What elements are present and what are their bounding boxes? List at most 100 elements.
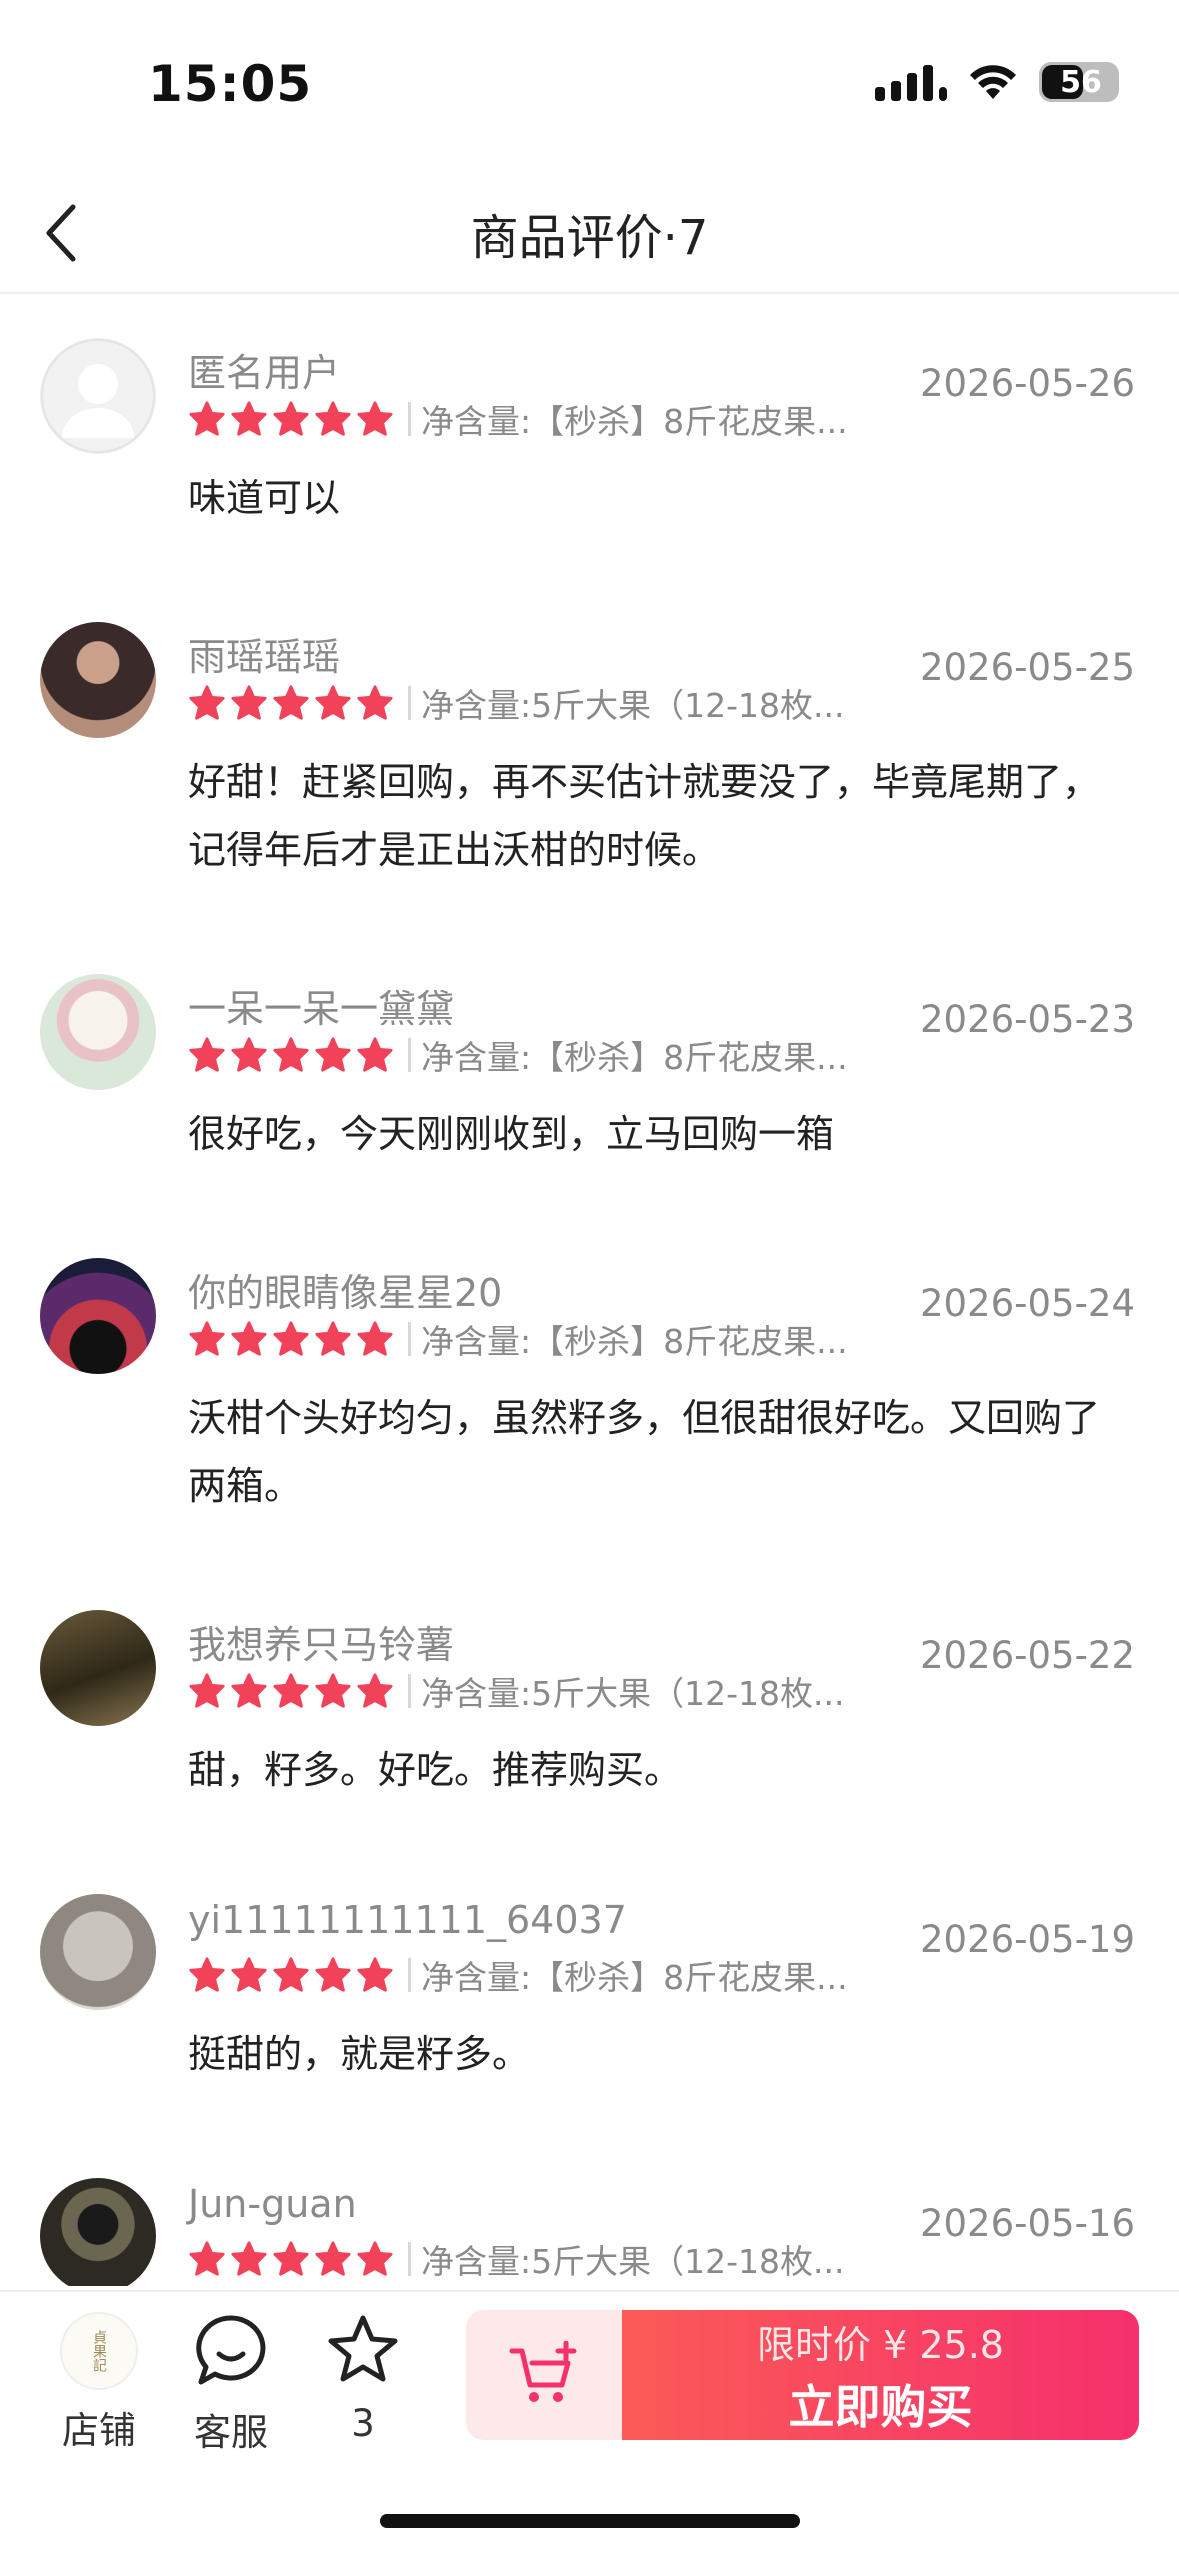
star-icon	[273, 401, 309, 436]
wifi-icon	[970, 65, 1016, 99]
star-icon	[357, 685, 393, 720]
purchase-group: 限时价 ¥ 25.8 立即购买	[466, 2310, 1139, 2440]
review-item[interactable]: Jun-guan2026-05-16净含量:5斤大果（12-18枚...包装完整	[0, 2136, 1179, 2286]
review-text: 味道可以	[188, 476, 341, 520]
user-avatar[interactable]	[40, 1610, 156, 1726]
star-rating	[188, 400, 394, 438]
review-item[interactable]: 我想养只马铃薯 2026-05-22 净含量:5斤大果（12-18枚... 甜，籽多。…	[0, 1568, 1179, 1852]
review-text: 好甜！赶紧回购，再不买估计就要没了，毕竟尾期了，记得年后才是正出沃柑的时候。	[188, 760, 1101, 872]
star-rating	[188, 1956, 394, 1994]
home-indicator[interactable]	[380, 2514, 800, 2528]
user-avatar[interactable]	[40, 974, 156, 1090]
star-icon	[357, 1957, 393, 1992]
review-list[interactable]: 匿名用户 2026-05-26 净含量:【秒杀】8斤花皮果... 味道可以 雨瑶瑶瑶 20…	[0, 296, 1179, 2286]
star-icon	[315, 2241, 351, 2276]
cellular-signal-icon	[875, 63, 947, 101]
favorite-button[interactable]: 3	[298, 2312, 428, 2445]
star-rating	[188, 1672, 394, 1710]
review-item[interactable]: yi11111111111_64037 2026-05-19 净含量:【秒杀】8斤花…	[0, 1852, 1179, 2136]
star-icon	[231, 1037, 267, 1072]
product-spec: 净含量:【秒杀】8斤花皮果...	[421, 1958, 848, 1997]
review-item[interactable]: 雨瑶瑶瑶 2026-05-25 净含量:5斤大果（12-18枚... 好甜！赶紧回购，…	[0, 580, 1179, 932]
review-item[interactable]: 你的眼睛像星星20 2026-05-24 净含量:【秒杀】8斤花皮果... 沃柑个头好…	[0, 1216, 1179, 1568]
cart-plus-icon	[509, 2341, 577, 2402]
star-icon	[189, 1037, 225, 1072]
star-icon	[231, 1957, 267, 1992]
buy-now-button[interactable]: 限时价 ¥ 25.8 立即购买	[622, 2310, 1139, 2440]
product-spec: 净含量:5斤大果（12-18枚...	[421, 1674, 845, 1713]
user-avatar[interactable]	[40, 1894, 156, 2010]
review-date: 2026-05-24	[919, 1282, 1135, 1325]
battery-level: 56	[1060, 64, 1102, 100]
favorite-count: 3	[351, 2402, 375, 2445]
customer-service-button[interactable]: 客服	[166, 2312, 296, 2456]
battery-icon: 56	[1039, 62, 1119, 102]
star-icon	[357, 1321, 393, 1356]
page-title: 商品评价·7	[470, 210, 709, 266]
star-icon	[357, 2241, 393, 2276]
star-icon	[315, 1957, 351, 1992]
review-text: 挺甜的，就是籽多。	[188, 2032, 531, 2076]
status-icons: 56	[875, 62, 1119, 102]
star-rating	[188, 1320, 394, 1358]
meta-divider	[408, 1958, 411, 1992]
review-date: 2026-05-23	[919, 998, 1135, 1041]
customer-service-label: 客服	[194, 2411, 268, 2454]
star-icon	[357, 401, 393, 436]
product-spec: 净含量:【秒杀】8斤花皮果...	[421, 1038, 848, 1077]
shop-label: 店铺	[62, 2409, 136, 2452]
star-icon	[273, 1037, 309, 1072]
star-icon	[315, 1321, 351, 1356]
limited-price: 限时价 ¥ 25.8	[757, 2322, 1004, 2367]
buy-now-label: 立即购买	[788, 2379, 973, 2434]
review-date: 2026-05-25	[919, 646, 1135, 689]
star-icon	[357, 1037, 393, 1072]
star-icon	[315, 1037, 351, 1072]
star-rating	[188, 684, 394, 722]
product-spec: 净含量:【秒杀】8斤花皮果...	[421, 402, 848, 441]
status-time: 15:05	[148, 55, 313, 113]
star-outline-icon	[328, 2315, 398, 2382]
review-text: 沃柑个头好均匀，虽然籽多，但很甜很好吃。又回购了两箱。	[188, 1396, 1101, 1508]
review-date: 2026-05-16	[919, 2202, 1135, 2245]
star-icon	[231, 1673, 267, 1708]
shop-logo: 貞果記	[60, 2312, 138, 2390]
user-avatar[interactable]	[40, 2178, 156, 2286]
star-icon	[189, 401, 225, 436]
meta-divider	[408, 1674, 411, 1708]
product-spec: 净含量:【秒杀】8斤花皮果...	[421, 1322, 848, 1361]
shop-button[interactable]: 貞果記 店铺	[34, 2312, 164, 2454]
add-to-cart-button[interactable]	[466, 2310, 622, 2440]
user-avatar[interactable]	[40, 1258, 156, 1374]
star-icon	[189, 1673, 225, 1708]
review-text: 甜，籽多。好吃。推荐购买。	[188, 1748, 683, 1792]
review-item[interactable]: 一呆一呆一黛黛 2026-05-23 净含量:【秒杀】8斤花皮果... 很好吃，今天刚…	[0, 932, 1179, 1216]
star-icon	[189, 1321, 225, 1356]
star-icon	[315, 401, 351, 436]
meta-divider	[408, 2242, 411, 2276]
star-icon	[357, 1673, 393, 1708]
user-avatar[interactable]	[40, 338, 156, 454]
meta-divider	[408, 1038, 411, 1072]
star-icon	[273, 1673, 309, 1708]
star-icon	[189, 2241, 225, 2276]
star-icon	[189, 1957, 225, 1992]
star-icon	[231, 2241, 267, 2276]
review-text: 很好吃，今天刚刚收到，立马回购一箱	[188, 1112, 835, 1156]
star-icon	[273, 685, 309, 720]
product-spec: 净含量:5斤大果（12-18枚...	[421, 2242, 845, 2281]
review-item[interactable]: 匿名用户 2026-05-26 净含量:【秒杀】8斤花皮果... 味道可以	[0, 296, 1179, 580]
default-avatar-icon	[41, 339, 155, 453]
star-icon	[231, 401, 267, 436]
meta-divider	[408, 1322, 411, 1356]
chat-bubble-icon	[196, 2315, 266, 2385]
review-date: 2026-05-22	[919, 1634, 1135, 1677]
user-avatar[interactable]	[40, 622, 156, 738]
star-icon	[189, 685, 225, 720]
status-bar: 15:05 56	[0, 0, 1179, 170]
star-icon	[273, 2241, 309, 2276]
meta-divider	[408, 402, 411, 436]
review-date: 2026-05-26	[919, 362, 1135, 405]
star-rating	[188, 2240, 394, 2278]
meta-divider	[408, 686, 411, 720]
